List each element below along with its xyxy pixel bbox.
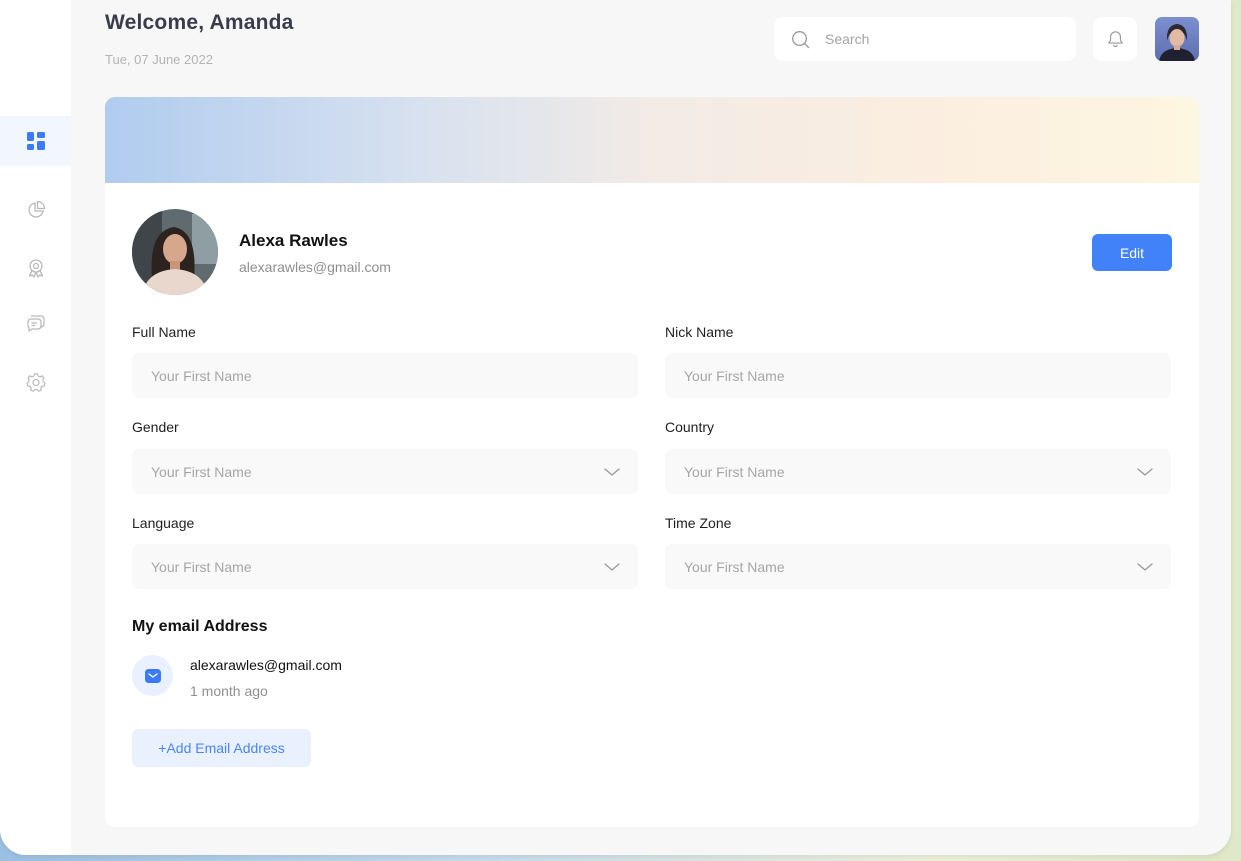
profile-avatar bbox=[132, 209, 218, 295]
country-label: Country bbox=[665, 419, 715, 435]
sidebar bbox=[0, 0, 71, 855]
gender-input[interactable] bbox=[149, 462, 593, 481]
search-bar[interactable] bbox=[774, 17, 1076, 61]
sidebar-item-settings[interactable] bbox=[0, 357, 71, 407]
award-icon bbox=[28, 259, 43, 278]
nick-name-label: Nick Name bbox=[665, 324, 734, 340]
edit-button[interactable]: Edit bbox=[1092, 234, 1172, 271]
user-avatar-image bbox=[1155, 17, 1199, 61]
mail-icon bbox=[144, 668, 161, 683]
sidebar-item-achievements[interactable] bbox=[0, 243, 71, 293]
language-label: Language bbox=[132, 515, 195, 531]
country-select[interactable] bbox=[665, 449, 1171, 494]
profile-photo bbox=[132, 209, 218, 295]
country-input[interactable] bbox=[682, 462, 1126, 481]
bell-icon bbox=[1107, 31, 1123, 48]
sidebar-item-dashboard[interactable] bbox=[0, 116, 71, 166]
chevron-down-icon bbox=[1137, 468, 1153, 476]
gender-select[interactable] bbox=[132, 449, 638, 494]
gear-icon bbox=[25, 373, 46, 392]
chevron-down-icon bbox=[604, 563, 620, 571]
search-input[interactable] bbox=[823, 30, 1047, 48]
user-avatar[interactable] bbox=[1155, 17, 1199, 61]
search-icon bbox=[792, 30, 810, 48]
notifications-button[interactable] bbox=[1093, 17, 1137, 61]
chevron-down-icon bbox=[604, 468, 620, 476]
app-window: Welcome, Amanda Tue, 07 June 2022 Search… bbox=[0, 0, 1231, 855]
pie-chart-icon bbox=[28, 200, 45, 218]
gender-label: Gender bbox=[132, 419, 179, 435]
email-item-time: 1 month ago bbox=[190, 683, 268, 699]
profile-banner bbox=[105, 97, 1199, 183]
email-item-icon bbox=[132, 655, 173, 696]
welcome-heading: Welcome, Amanda bbox=[105, 11, 294, 34]
add-email-button[interactable]: +Add Email Address bbox=[132, 729, 311, 767]
chevron-down-icon bbox=[1137, 563, 1153, 571]
nick-name-input[interactable] bbox=[682, 366, 1126, 385]
language-select[interactable] bbox=[132, 544, 638, 589]
full-name-input[interactable] bbox=[149, 366, 593, 385]
nick-name-field[interactable] bbox=[665, 353, 1171, 398]
time-zone-input[interactable] bbox=[682, 557, 1126, 576]
email-section-title: My email Address bbox=[132, 618, 268, 635]
full-name-label: Full Name bbox=[132, 324, 196, 340]
email-item-address: alexarawles@gmail.com bbox=[190, 657, 342, 673]
sidebar-item-messages[interactable] bbox=[0, 298, 71, 348]
profile-card: Alexa Rawles alexarawles@gmail.com Edit … bbox=[105, 97, 1199, 827]
current-date: Tue, 07 June 2022 bbox=[105, 52, 213, 67]
profile-name: Alexa Rawles bbox=[239, 231, 348, 250]
time-zone-label: Time Zone bbox=[665, 515, 732, 531]
profile-email: alexarawles@gmail.com bbox=[239, 259, 391, 275]
dashboard-icon bbox=[26, 132, 45, 150]
time-zone-select[interactable] bbox=[665, 544, 1171, 589]
sidebar-item-analytics[interactable] bbox=[0, 185, 71, 235]
language-input[interactable] bbox=[149, 557, 593, 576]
full-name-field[interactable] bbox=[132, 353, 638, 398]
chat-icon bbox=[26, 315, 45, 332]
